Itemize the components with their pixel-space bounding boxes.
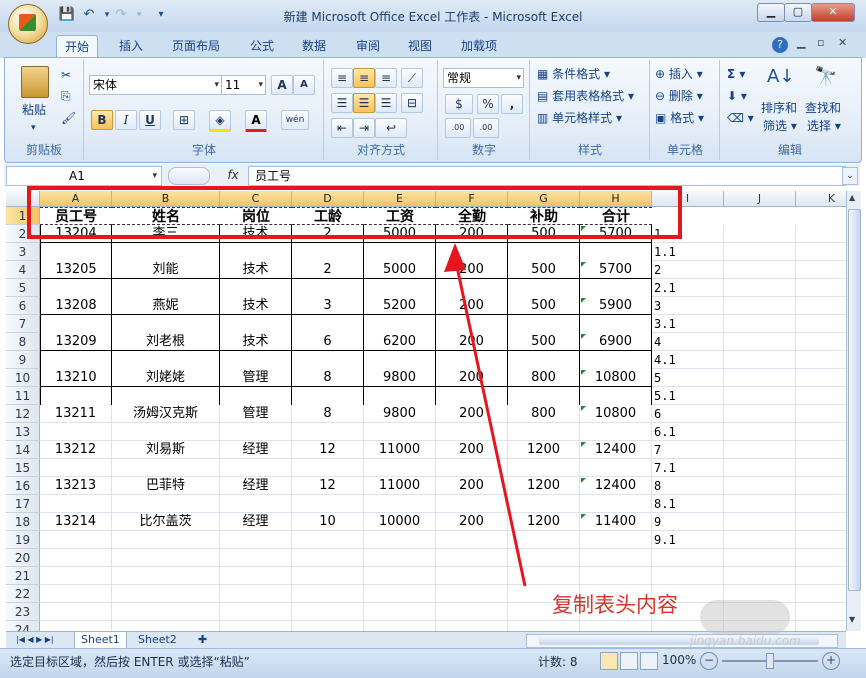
watermark-logo: [700, 600, 790, 634]
annotation-arrow: [444, 243, 527, 587]
annotation-text: 复制表头内容: [552, 593, 678, 617]
arrow-shaft: [454, 261, 527, 587]
office-button[interactable]: [8, 4, 48, 44]
arrow-head: [444, 243, 466, 272]
office-logo-icon: [19, 14, 36, 31]
watermark-text: jingyan.baidu.com: [690, 634, 801, 648]
